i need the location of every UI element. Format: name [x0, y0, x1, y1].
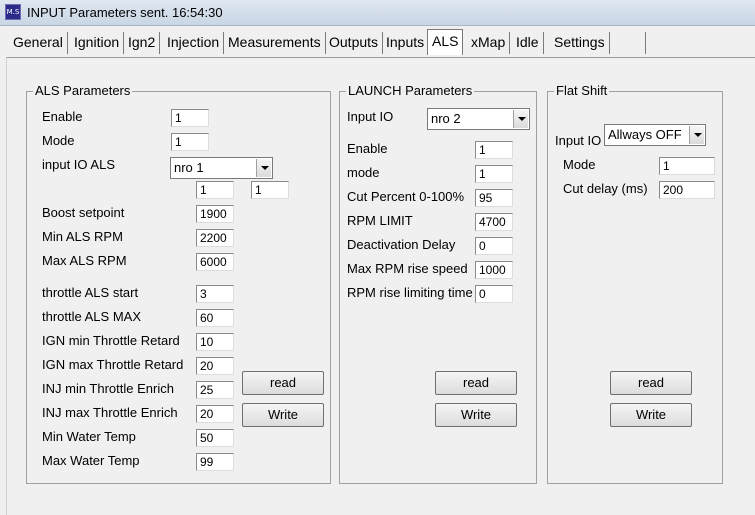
- window-title: INPUT Parameters sent. 16:54:30: [27, 5, 223, 20]
- chevron-down-icon[interactable]: [513, 110, 528, 128]
- tab-idle[interactable]: Idle: [512, 32, 544, 54]
- tab-settings[interactable]: Settings: [550, 32, 610, 54]
- tab-measurements[interactable]: Measurements: [224, 32, 326, 54]
- deactivation-delay-label: Deactivation Delay: [347, 237, 456, 252]
- max-als-rpm-label: Max ALS RPM: [42, 253, 127, 268]
- tab-als[interactable]: ALS: [427, 29, 464, 55]
- als-enable-field[interactable]: 1: [171, 109, 209, 127]
- als-parameters-group: ALS Parameters Enable 1 Mode 1 input IO …: [26, 83, 331, 484]
- min-water-temp-label: Min Water Temp: [42, 429, 136, 444]
- als-read-button[interactable]: read: [242, 371, 324, 395]
- als-enable-label: Enable: [42, 109, 83, 124]
- chevron-down-icon[interactable]: [256, 159, 271, 177]
- boost-setpoint-label: Boost setpoint: [42, 205, 125, 220]
- launch-group-title: LAUNCH Parameters: [346, 83, 475, 98]
- inj-min-enrich-label: INJ min Throttle Enrich: [42, 381, 174, 396]
- tab-empty[interactable]: [606, 32, 646, 54]
- launch-read-button[interactable]: read: [435, 371, 517, 395]
- als-write-button[interactable]: Write: [242, 403, 324, 427]
- ign-min-retard-field[interactable]: 10: [196, 333, 234, 351]
- cut-percent-field[interactable]: 95: [475, 189, 513, 207]
- als-mode-field[interactable]: 1: [171, 133, 209, 151]
- launch-input-io-select[interactable]: nro 2: [427, 108, 530, 130]
- app-icon: M.S: [5, 4, 21, 20]
- max-water-temp-label: Max Water Temp: [42, 453, 140, 468]
- rpm-limit-field[interactable]: 4700: [475, 213, 513, 231]
- flat-input-io-value: Allways OFF: [608, 127, 682, 142]
- boost-setpoint-field[interactable]: 1900: [196, 205, 234, 223]
- ign-max-retard-field[interactable]: 20: [196, 357, 234, 375]
- cut-delay-field[interactable]: 200: [659, 181, 715, 199]
- max-rpm-rise-speed-label: Max RPM rise speed: [347, 261, 468, 276]
- ign-min-retard-label: IGN min Throttle Retard: [42, 333, 180, 348]
- rpm-rise-limiting-time-label: RPM rise limiting time: [347, 285, 473, 300]
- launch-enable-field[interactable]: 1: [475, 141, 513, 159]
- flat-input-io-label: Input IO: [555, 133, 602, 148]
- min-water-temp-field[interactable]: 50: [196, 429, 234, 447]
- tab-xmap[interactable]: xMap: [467, 32, 511, 54]
- als-io-field-1[interactable]: 1: [196, 181, 234, 199]
- chevron-down-icon[interactable]: [689, 126, 704, 144]
- als-io-field-2[interactable]: 1: [251, 181, 289, 199]
- als-input-io-value: nro 1: [174, 160, 204, 175]
- flat-input-io-select[interactable]: Allways OFF: [604, 124, 706, 146]
- rpm-rise-limiting-time-field[interactable]: 0: [475, 285, 513, 303]
- deactivation-delay-field[interactable]: 0: [475, 237, 513, 255]
- als-mode-label: Mode: [42, 133, 75, 148]
- launch-mode-field[interactable]: 1: [475, 165, 513, 183]
- throttle-als-start-label: throttle ALS start: [42, 285, 139, 300]
- flat-mode-field[interactable]: 1: [659, 157, 715, 175]
- rpm-limit-label: RPM LIMIT: [347, 213, 413, 228]
- ign-max-retard-label: IGN max Throttle Retard: [42, 357, 184, 372]
- tab-strip: General Ignition Ign2 Injection Measurem…: [0, 26, 755, 58]
- als-group-title: ALS Parameters: [33, 83, 133, 98]
- min-als-rpm-field[interactable]: 2200: [196, 229, 234, 247]
- flat-shift-group-title: Flat Shift: [554, 83, 610, 98]
- flat-read-button[interactable]: read: [610, 371, 692, 395]
- tab-inputs[interactable]: Inputs: [382, 32, 430, 54]
- launch-enable-label: Enable: [347, 141, 388, 156]
- als-input-io-select[interactable]: nro 1: [170, 157, 273, 179]
- throttle-als-max-label: throttle ALS MAX: [42, 309, 141, 324]
- cut-percent-label: Cut Percent 0-100%: [347, 189, 465, 204]
- flat-write-button[interactable]: Write: [610, 403, 692, 427]
- launch-input-io-value: nro 2: [431, 111, 461, 126]
- tab-general[interactable]: General: [9, 32, 68, 54]
- title-bar: M.S INPUT Parameters sent. 16:54:30: [0, 0, 755, 26]
- cut-delay-label: Cut delay (ms): [563, 181, 648, 196]
- min-als-rpm-label: Min ALS RPM: [42, 229, 123, 244]
- tab-ign2[interactable]: Ign2: [124, 32, 161, 54]
- tab-injection[interactable]: Injection: [163, 32, 225, 54]
- inj-min-enrich-field[interactable]: 25: [196, 381, 234, 399]
- tab-outputs[interactable]: Outputs: [325, 32, 384, 54]
- tab-content: ALS Parameters Enable 1 Mode 1 input IO …: [6, 57, 755, 515]
- als-input-io-label: input IO ALS: [42, 157, 115, 172]
- max-rpm-rise-speed-field[interactable]: 1000: [475, 261, 513, 279]
- inj-max-enrich-label: INJ max Throttle Enrich: [42, 405, 178, 420]
- max-als-rpm-field[interactable]: 6000: [196, 253, 234, 271]
- flat-shift-group: Flat Shift Input IO Allways OFF Mode 1 C…: [547, 83, 723, 484]
- launch-mode-label: mode: [347, 165, 380, 180]
- tab-ignition[interactable]: Ignition: [70, 32, 125, 54]
- throttle-als-max-field[interactable]: 60: [196, 309, 234, 327]
- launch-input-io-label: Input IO: [347, 109, 394, 124]
- flat-mode-label: Mode: [563, 157, 596, 172]
- inj-max-enrich-field[interactable]: 20: [196, 405, 234, 423]
- throttle-als-start-field[interactable]: 3: [196, 285, 234, 303]
- max-water-temp-field[interactable]: 99: [196, 453, 234, 471]
- launch-parameters-group: LAUNCH Parameters Input IO nro 2 Enable …: [339, 83, 537, 484]
- launch-write-button[interactable]: Write: [435, 403, 517, 427]
